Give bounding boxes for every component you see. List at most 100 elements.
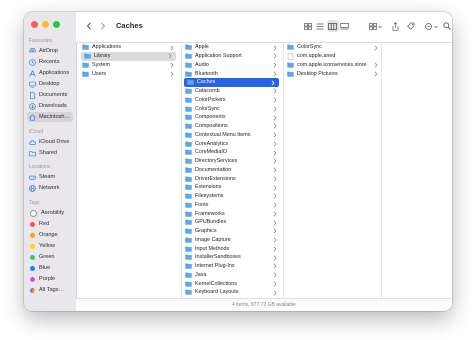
column-4[interactable] [381,42,452,299]
list-item[interactable]: KernelCollections [182,279,281,288]
list-item[interactable]: ColorSync [284,43,382,52]
sidebar-item-label: Desktop [39,81,60,87]
grid-icon [304,22,312,30]
list-item[interactable]: Extensions [182,183,281,192]
sidebar-item-purple[interactable]: Purple [27,274,73,284]
column-view-button[interactable] [326,20,339,32]
list-item[interactable]: System [79,61,178,70]
chevron-right-icon [273,288,277,298]
back-button[interactable] [84,20,94,32]
list-item[interactable]: Input Methods [182,244,281,253]
sidebar-item-shared[interactable]: Shared [27,148,73,158]
forward-button[interactable] [98,20,108,32]
sidebar-item-yellow[interactable]: Yellow [27,241,73,251]
folder-icon [185,97,192,103]
sidebar-item-desktop[interactable]: Desktop [27,79,73,89]
tag-color-dot [30,265,35,271]
folder-icon [185,272,192,278]
list-item[interactable]: ColorPickers [182,96,281,105]
tag-button[interactable] [406,20,416,32]
list-item[interactable]: Library [81,51,176,61]
sidebar-item-blue[interactable]: Blue [27,263,73,273]
zoom-button[interactable] [53,21,60,28]
list-view-button[interactable] [314,20,326,32]
sidebar-item-label: iCloud Drive [39,139,70,145]
list-item[interactable]: ColorSync [182,104,281,113]
sidebar-item-applications[interactable]: Applications [27,68,73,78]
list-item[interactable]: CoreAnalytics [182,139,281,148]
folder-icon [287,62,294,68]
list-item[interactable]: CoreMediaIO [182,148,281,157]
icon-view-button[interactable] [302,20,314,32]
sidebar-item-airdrop[interactable]: AirDrop [27,46,73,56]
column-3[interactable]: ColorSync com.apple.aned com.apple.iconser… [283,42,382,299]
minimize-button[interactable] [42,21,49,28]
list-item[interactable]: Contextual Menu Items [182,131,281,140]
list-item[interactable]: Graphics [182,227,281,236]
list-item-label: Fonts [195,201,209,208]
folder-icon [185,88,192,94]
list-item[interactable]: DriverExtensions [182,174,281,183]
list-item-label: com.apple.iconservices.store [297,61,367,68]
list-item[interactable]: Fonts [182,201,281,210]
list-item[interactable]: Keyboard Layouts [182,288,281,297]
sidebar-item-all-tags[interactable]: All Tags… [27,285,73,295]
action-menu-button[interactable] [423,20,439,32]
sidebar-item-network[interactable]: Network [27,183,73,193]
list-item[interactable]: Catacomb [182,87,281,96]
list-item[interactable]: com.apple.iconservices.store [284,61,382,70]
sidebar-item-steam[interactable]: Steam [27,172,73,182]
list-item[interactable]: Internet Plug-Ins [182,262,281,271]
list-item[interactable]: GPUBundles [182,218,281,227]
list-item[interactable]: InstallerSandboxes [182,253,281,262]
sidebar-item-macintosh[interactable]: Macintosh… [27,112,73,122]
list-item[interactable]: Filesystems [182,192,281,201]
list-item-label: Catacomb [195,88,220,95]
applications-icon [29,70,36,77]
list-item[interactable]: com.apple.aned [284,52,382,61]
list-item[interactable]: Java [182,271,281,280]
list-item-label: KernelCollections [195,280,237,287]
sidebar-item-aerobility[interactable]: Aerobility [27,208,73,218]
close-button[interactable] [31,21,38,28]
list-item[interactable]: Documentation [182,166,281,175]
sidebar-item-label: Purple [39,276,56,282]
sidebar-item-label: Applications [39,70,70,76]
sidebar-item-label: Macintosh… [39,114,71,120]
sidebar-item-recents[interactable]: Recents [27,57,73,67]
share-button[interactable] [390,20,400,32]
sidebar-item-icloud-drive[interactable]: iCloud Drive [27,137,73,147]
folder-icon [185,281,192,287]
search-icon [443,22,451,30]
list-item[interactable]: Desktop Pictures [284,69,382,78]
sidebar-item-documents[interactable]: Documents [27,90,73,100]
list-item[interactable]: Apple [182,43,281,52]
list-item[interactable]: Components [182,113,281,122]
list-item[interactable]: Audio [182,61,281,70]
sidebar-item-downloads[interactable]: Downloads [27,101,73,111]
column-2[interactable]: Apple Application Support Audio Bluetooth Ca… [181,42,281,299]
tag-icon [407,22,415,30]
list-item[interactable]: Caches [184,78,279,87]
sidebar-item-red[interactable]: Red [27,219,73,229]
tag-color-dot [30,232,35,238]
list-item[interactable]: Compositions [182,122,281,131]
list-item[interactable]: Application Support [182,52,281,61]
list-item[interactable]: DirectoryServices [182,157,281,166]
view-mode-control[interactable] [302,20,351,32]
search-button[interactable] [442,20,452,32]
list-item[interactable]: Applications [79,43,178,52]
list-item-label: Contextual Menu Items [195,131,251,138]
sidebar-item-green[interactable]: Green [27,252,73,262]
shared-folder-icon [29,150,36,157]
column-1[interactable]: Applications Library System Users [79,42,178,299]
sidebar-item-label: Aerobility [41,210,65,216]
group-button[interactable] [367,20,383,32]
list-item[interactable]: Frameworks [182,209,281,218]
list-item[interactable]: Users [79,69,178,78]
list-item[interactable]: Bluetooth [182,69,281,78]
list-item[interactable]: Image Capture [182,236,281,245]
sidebar-item-label: Green [39,254,55,260]
sidebar-item-orange[interactable]: Orange [27,230,73,240]
gallery-view-button[interactable] [339,20,351,32]
